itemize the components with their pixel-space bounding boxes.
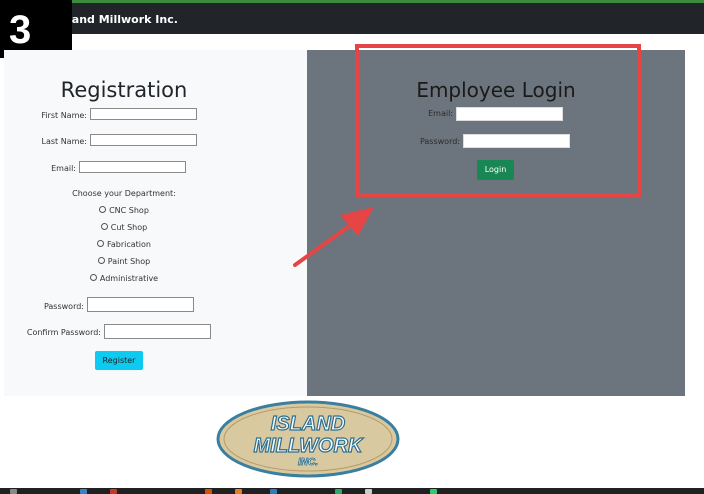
logo-line-2: MILLWORK bbox=[254, 435, 364, 457]
logo-line-1: ISLAND bbox=[271, 413, 345, 435]
taskbar-app-icon[interactable] bbox=[430, 489, 437, 494]
taskbar bbox=[0, 488, 704, 494]
taskbar-app-icon[interactable] bbox=[270, 489, 277, 494]
taskbar-app-icon[interactable] bbox=[205, 489, 212, 494]
taskbar-app-icon[interactable] bbox=[110, 489, 117, 494]
taskbar-app-icon[interactable] bbox=[335, 489, 342, 494]
taskbar-app-icon[interactable] bbox=[80, 489, 87, 494]
taskbar-app-icon[interactable] bbox=[365, 489, 372, 494]
taskbar-app-icon[interactable] bbox=[235, 489, 242, 494]
taskbar-start-icon[interactable] bbox=[10, 489, 17, 494]
logo-line-3: INC. bbox=[298, 457, 318, 468]
island-millwork-logo: ISLAND MILLWORK INC. bbox=[216, 400, 400, 478]
